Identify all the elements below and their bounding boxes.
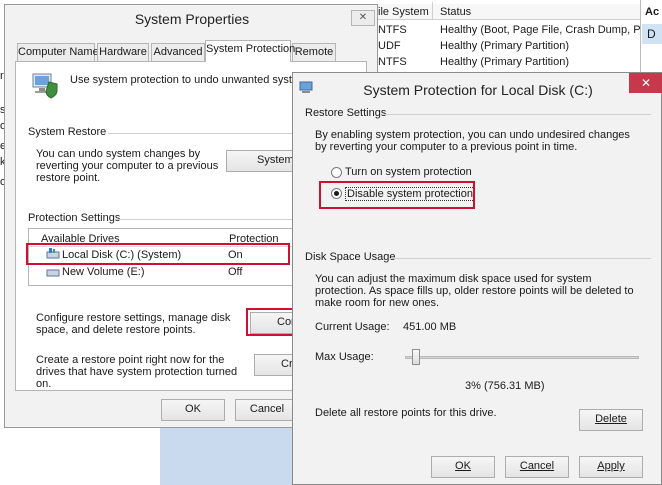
row-fs: NTFS [378, 56, 407, 68]
radio-turn-on-label[interactable]: Turn on system protection [345, 166, 472, 178]
max-usage-label: Max Usage: [315, 351, 374, 363]
tab-computer-name[interactable]: Computer Name [17, 43, 99, 61]
create-text: Create a restore point right now for the… [36, 354, 238, 390]
usage-description: You can adjust the maximum disk space us… [315, 273, 634, 309]
restore-description: By enabling system protection, you can u… [315, 129, 630, 153]
row-status: Healthy (Boot, Page File, Crash Dump, Pr… [440, 24, 640, 36]
close-button[interactable]: ✕ [351, 10, 375, 26]
current-usage-label: Current Usage: [315, 321, 390, 333]
row-fs: NTFS [378, 24, 407, 36]
slider-thumb[interactable] [411, 349, 420, 365]
row-status: Healthy (Primary Partition) [440, 56, 569, 68]
system-protection-icon [30, 72, 60, 100]
row-status: Healthy (Primary Partition) [440, 40, 569, 52]
configure-text: Configure restore settings, manage disk … [36, 312, 231, 336]
max-usage-value: 3% (756.31 MB) [465, 380, 545, 392]
actions-selected-item[interactable]: D [642, 24, 662, 44]
actions-item-label: D [647, 27, 656, 41]
tab-remote[interactable]: Remote [292, 43, 336, 61]
ok-button[interactable]: OK [161, 399, 225, 421]
apply-button[interactable]: Apply [579, 456, 643, 478]
table-header: ile System Status [372, 2, 662, 20]
dialog-title: System Protection for Local Disk (C:) [363, 82, 593, 98]
ok-button[interactable]: OK [431, 456, 495, 478]
drive-protection-status: On [228, 249, 243, 261]
system-restore-heading: System Restore [28, 126, 107, 138]
drive-protection-status: Off [228, 266, 243, 278]
restore-settings-heading: Restore Settings [305, 107, 387, 119]
radio-turn-on[interactable] [331, 167, 342, 178]
window-title: System Properties [134, 11, 250, 27]
drive-icon [46, 248, 60, 263]
background-panel [160, 420, 300, 485]
disk-space-heading: Disk Space Usage [305, 251, 396, 263]
drive-icon [46, 266, 60, 281]
cancel-button[interactable]: Cancel [505, 456, 569, 478]
tab-advanced[interactable]: Advanced [151, 43, 205, 61]
col-divider [432, 2, 433, 20]
table-row[interactable]: NTFS [378, 24, 407, 36]
actions-header: Ac [645, 6, 660, 18]
delete-text: Delete all restore points for this drive… [315, 407, 497, 419]
tab-system-protection[interactable]: System Protection [205, 40, 295, 62]
col-file-system[interactable]: ile System [378, 6, 429, 18]
disk-management-table: ile System Status NTFS Healthy (Boot, Pa… [372, 0, 662, 80]
delete-button[interactable]: Delete [579, 409, 643, 431]
close-button[interactable]: ✕ [629, 73, 662, 93]
table-row[interactable]: NTFS [378, 56, 407, 68]
group-divider [389, 258, 651, 259]
max-usage-slider[interactable] [405, 356, 639, 359]
highlight-box [319, 181, 475, 209]
current-usage-value: 451.00 MB [403, 321, 457, 333]
highlight-box [246, 308, 296, 336]
system-protection-dialog: System Protection for Local Disk (C:) ✕ … [292, 72, 662, 485]
cancel-button[interactable]: Cancel [235, 399, 299, 421]
list-item[interactable]: Local Disk (C:) (System) [62, 249, 181, 261]
row-fs: UDF [378, 40, 401, 52]
group-divider [383, 114, 651, 115]
tab-hardware[interactable]: Hardware [97, 43, 149, 61]
list-item[interactable]: New Volume (E:) [62, 266, 145, 278]
col-status[interactable]: Status [440, 6, 471, 18]
restore-text: You can undo system changes by reverting… [36, 148, 219, 184]
table-row[interactable]: UDF [378, 40, 401, 52]
protection-settings-heading: Protection Settings [28, 212, 121, 224]
